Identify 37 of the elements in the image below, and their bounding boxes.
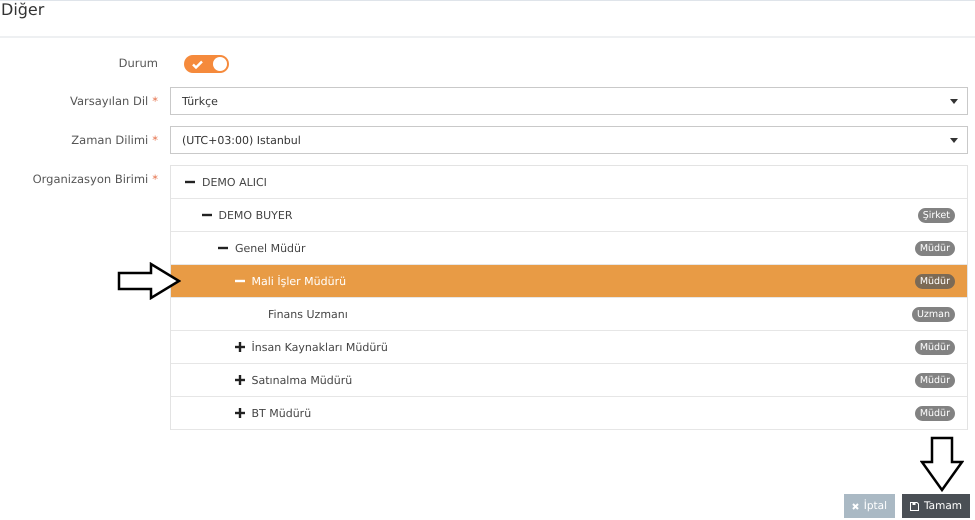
- node-label: İnsan Kaynakları Müdürü: [252, 340, 389, 354]
- plus-icon[interactable]: [234, 342, 244, 352]
- type-badge: Müdür: [914, 274, 955, 288]
- required-mark: *: [152, 172, 158, 186]
- plus-icon[interactable]: [234, 375, 244, 385]
- down-arrow-icon: [920, 436, 964, 492]
- field-label: Zaman Dilimi: [71, 133, 148, 147]
- right-arrow-icon: [117, 262, 181, 300]
- type-badge: Müdür: [914, 372, 955, 388]
- node-label: Satınalma Müdürü: [252, 374, 354, 386]
- select-field[interactable]: Türkçe: [170, 87, 968, 115]
- tree-node[interactable]: Mali İşler Müdürü Müdür: [171, 265, 967, 298]
- plus-icon[interactable]: [234, 408, 244, 418]
- close-icon: [852, 502, 859, 510]
- field-label: Varsayılan Dil: [70, 94, 148, 108]
- type-badge: Müdür: [914, 340, 955, 354]
- node-label: DEMO BUYER: [218, 208, 294, 222]
- save-button[interactable]: Tamam: [902, 494, 970, 518]
- caret-icon: [950, 98, 958, 104]
- check-icon: [192, 60, 203, 68]
- type-badge: Müdür: [914, 240, 955, 256]
- node-label: BT Müdürü: [252, 406, 312, 420]
- type-badge: Uzman: [912, 306, 955, 322]
- node-label: Genel Müdür: [235, 242, 307, 254]
- node-label: Mali İşler Müdürü: [252, 274, 348, 288]
- status-toggle[interactable]: [184, 55, 229, 73]
- type-badge: Şirket: [918, 208, 955, 222]
- field-label: Organizasyon Birimi: [32, 172, 148, 186]
- node-label: Finans Uzmanı: [268, 308, 349, 320]
- select-field[interactable]: (UTC+03:00) Istanbul: [170, 126, 968, 154]
- required-mark: *: [152, 133, 158, 147]
- field-label: Durum: [118, 55, 159, 72]
- required-mark: *: [152, 94, 158, 108]
- type-badge: Müdür: [914, 406, 955, 420]
- caret-icon: [950, 138, 958, 142]
- node-label: DEMO ALICI: [202, 176, 268, 188]
- section-title: Diğer: [0, 1, 975, 38]
